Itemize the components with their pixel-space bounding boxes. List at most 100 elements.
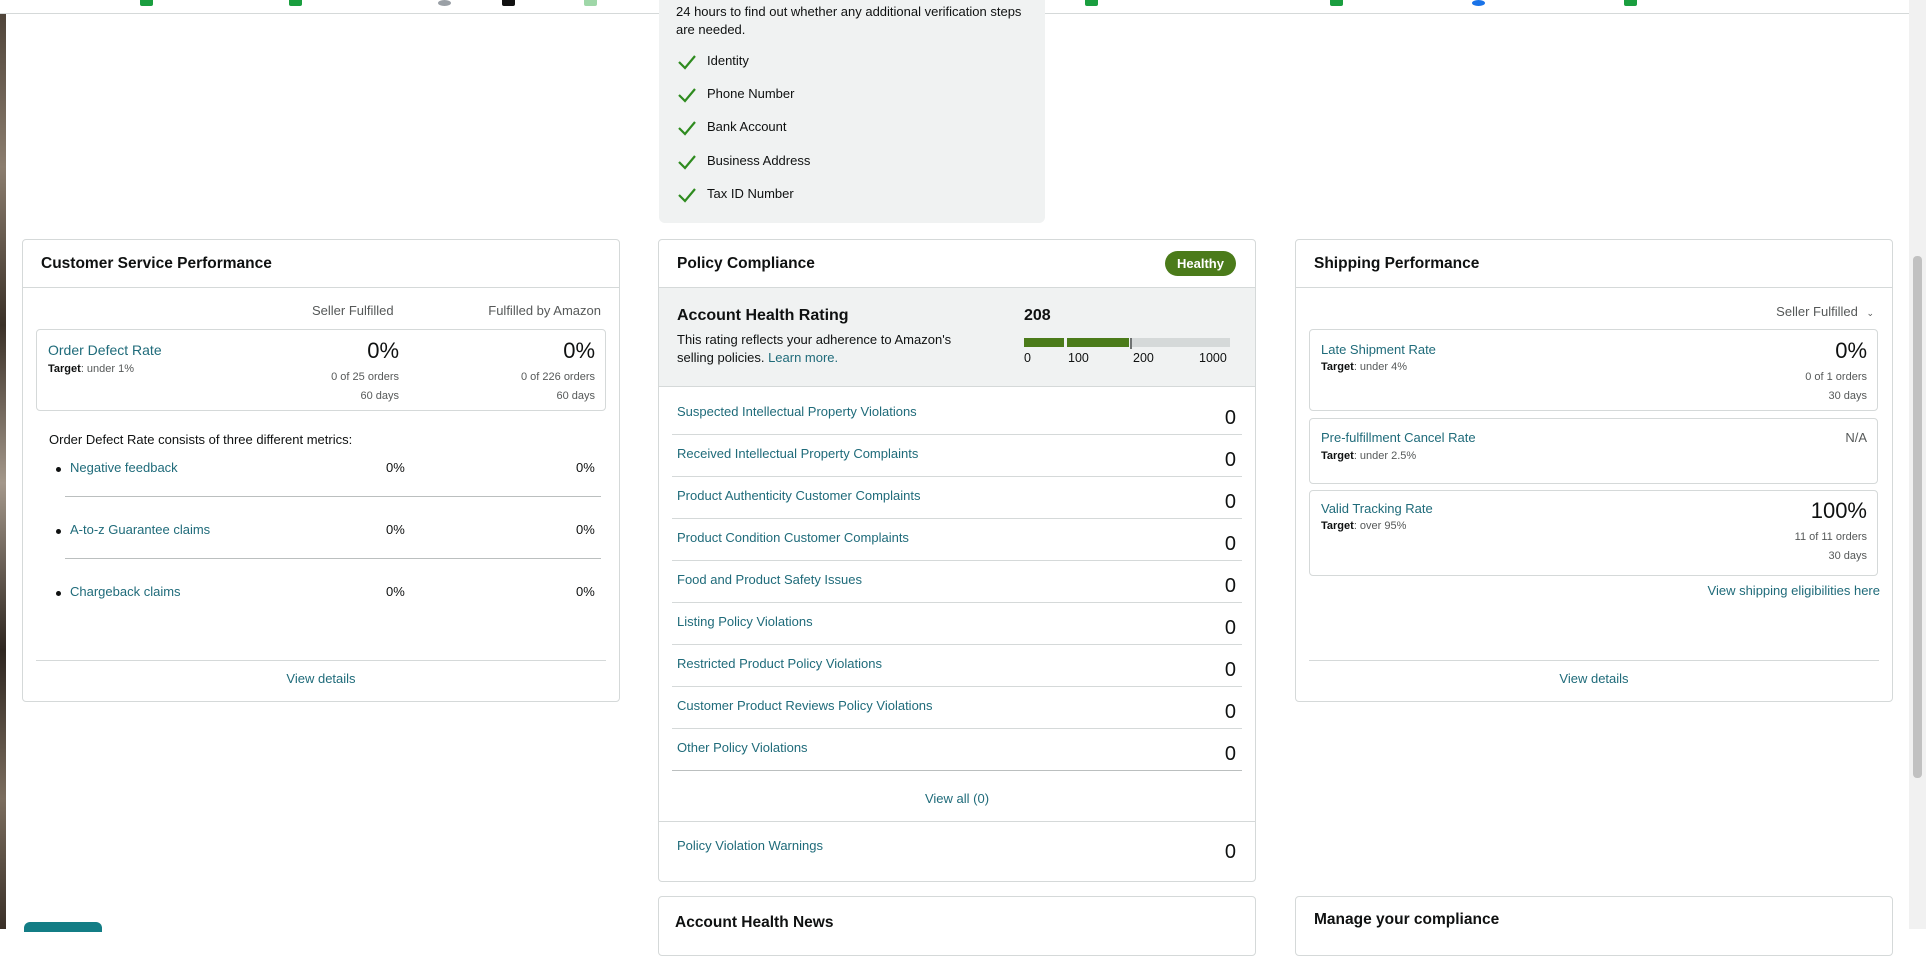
- checkmark-icon: [678, 155, 696, 170]
- bookmark-icon[interactable]: [140, 0, 153, 6]
- valid-tracking-box: Valid Tracking Rate Target: over 95% 100…: [1309, 490, 1878, 576]
- customer-service-card: Customer Service Performance Seller Fulf…: [22, 239, 620, 702]
- scale-segment-atrisk: [1067, 338, 1129, 347]
- divider: [36, 660, 606, 661]
- violation-count: 0: [1224, 533, 1236, 555]
- metric-seller-value: 0%: [386, 522, 405, 537]
- verification-item-label: Phone Number: [707, 86, 795, 101]
- metric-row-atoz-claims: A-to-z Guarantee claims 0% 0%: [49, 522, 609, 542]
- fulfillment-filter-value: Seller Fulfilled: [1776, 304, 1858, 319]
- checkmark-icon: [678, 121, 696, 136]
- bookmark-icon[interactable]: [1085, 0, 1098, 6]
- bullet-icon: [56, 591, 61, 596]
- odr-explanation: Order Defect Rate consists of three diff…: [49, 432, 353, 447]
- violation-link[interactable]: Food and Product Safety Issues: [677, 572, 862, 587]
- policy-warnings-link[interactable]: Policy Violation Warnings: [677, 838, 823, 853]
- account-health-news-card: Account Health News: [658, 896, 1256, 956]
- late-shipment-box: Late Shipment Rate Target: under 4% 0% 0…: [1309, 329, 1878, 411]
- verification-item-label: Identity: [707, 53, 749, 68]
- valid-tracking-target: Target: over 95%: [1321, 520, 1406, 532]
- card-header: Shipping Performance: [1296, 240, 1892, 288]
- policy-warnings-count: 0: [1224, 841, 1236, 863]
- late-shipment-target: Target: under 4%: [1321, 361, 1407, 373]
- odr-seller-orders: 0 of 25 orders: [331, 371, 399, 383]
- violation-row: Suspected Intellectual Property Violatio…: [672, 392, 1242, 435]
- cancel-rate-box: Pre-fulfillment Cancel Rate Target: unde…: [1309, 418, 1878, 484]
- violation-row: Product Condition Customer Complaints 0: [672, 518, 1242, 561]
- valid-tracking-rate-link[interactable]: Valid Tracking Rate: [1321, 501, 1433, 516]
- bullet-icon: [56, 529, 61, 534]
- score-marker: [1130, 338, 1132, 349]
- bookmark-icon[interactable]: [438, 0, 451, 6]
- page-scrollbar[interactable]: [1909, 0, 1926, 929]
- verification-item-label: Business Address: [707, 153, 811, 168]
- valid-tracking-period: 30 days: [1828, 550, 1867, 562]
- target-label: Target: [1321, 361, 1354, 373]
- atoz-claims-link[interactable]: A-to-z Guarantee claims: [70, 522, 210, 537]
- late-shipment-period: 30 days: [1828, 390, 1867, 402]
- violation-link[interactable]: Restricted Product Policy Violations: [677, 656, 882, 671]
- checkmark-icon: [678, 88, 696, 103]
- account-health-rating-panel: Account Health Rating This rating reflec…: [659, 288, 1255, 387]
- floating-action-button[interactable]: [24, 922, 102, 932]
- cancel-rate-value: N/A: [1845, 430, 1867, 445]
- valid-tracking-value: 100%: [1810, 498, 1867, 523]
- bookmark-icon[interactable]: [1624, 0, 1637, 6]
- cancel-rate-target: Target: under 2.5%: [1321, 450, 1416, 462]
- bookmark-icon[interactable]: [289, 0, 302, 6]
- violation-link[interactable]: Customer Product Reviews Policy Violatio…: [677, 698, 933, 713]
- scale-label: 100: [1068, 351, 1089, 365]
- scrollbar-thumb[interactable]: [1913, 256, 1922, 778]
- card-title: Manage your compliance: [1314, 911, 1500, 928]
- violation-count: 0: [1224, 659, 1236, 681]
- order-defect-rate-link[interactable]: Order Defect Rate: [48, 342, 162, 358]
- valid-tracking-orders: 11 of 11 orders: [1794, 531, 1867, 543]
- late-shipment-rate-link[interactable]: Late Shipment Rate: [1321, 342, 1436, 357]
- scale-label: 200: [1133, 351, 1154, 365]
- learn-more-link[interactable]: Learn more.: [768, 350, 838, 365]
- cancel-rate-link[interactable]: Pre-fulfillment Cancel Rate: [1321, 430, 1476, 445]
- bullet-icon: [56, 467, 61, 472]
- violation-row: Customer Product Reviews Policy Violatio…: [672, 686, 1242, 729]
- metric-fba-value: 0%: [576, 460, 595, 475]
- checkmark-icon: [678, 188, 696, 203]
- bookmark-icon[interactable]: [1330, 0, 1343, 6]
- target-label: Target: [48, 363, 81, 375]
- violation-count: 0: [1224, 701, 1236, 723]
- target-value: : under 1%: [80, 363, 135, 375]
- scale-segment-healthy: [1132, 338, 1230, 347]
- odr-target: Target: under 1%: [48, 363, 134, 375]
- violation-link[interactable]: Suspected Intellectual Property Violatio…: [677, 404, 917, 419]
- shipping-eligibilities-link[interactable]: View shipping eligibilities here: [1708, 583, 1880, 598]
- scale-label: 1000: [1199, 351, 1227, 365]
- violation-count: 0: [1224, 449, 1236, 471]
- bookmark-icon[interactable]: [1472, 0, 1485, 6]
- ahr-title: Account Health Rating: [677, 307, 849, 324]
- violation-link[interactable]: Product Authenticity Customer Complaints: [677, 488, 921, 503]
- violation-row: Listing Policy Violations 0: [672, 602, 1242, 645]
- policy-compliance-card: Policy Compliance Healthy Account Health…: [658, 239, 1256, 882]
- odr-seller-value: 0%: [367, 338, 399, 363]
- view-all-link[interactable]: View all (0): [659, 791, 1255, 806]
- target-value: : under 2.5%: [1353, 450, 1417, 462]
- scale-label: 0: [1024, 351, 1031, 365]
- shipping-performance-card: Shipping Performance Seller Fulfilled ⌄ …: [1295, 239, 1893, 702]
- violation-link[interactable]: Received Intellectual Property Complaint…: [677, 446, 918, 461]
- negative-feedback-link[interactable]: Negative feedback: [70, 460, 178, 475]
- bookmark-icon[interactable]: [502, 0, 515, 6]
- view-details-link[interactable]: View details: [23, 671, 619, 686]
- violation-link[interactable]: Product Condition Customer Complaints: [677, 530, 909, 545]
- metric-row-chargeback-claims: Chargeback claims 0% 0%: [49, 584, 609, 604]
- violation-link[interactable]: Other Policy Violations: [677, 740, 808, 755]
- scale-segment-critical: [1024, 338, 1064, 347]
- fulfillment-filter-dropdown[interactable]: Seller Fulfilled ⌄: [1776, 304, 1874, 319]
- violation-link[interactable]: Listing Policy Violations: [677, 614, 813, 629]
- card-title: Account Health News: [675, 914, 834, 931]
- verification-panel: 24 hours to find out whether any additio…: [659, 0, 1045, 223]
- chargeback-claims-link[interactable]: Chargeback claims: [70, 584, 181, 599]
- violation-count: 0: [1224, 491, 1236, 513]
- violation-row: Product Authenticity Customer Complaints…: [672, 476, 1242, 519]
- view-details-link[interactable]: View details: [1296, 671, 1892, 686]
- bookmark-icon[interactable]: [584, 0, 597, 6]
- metric-seller-value: 0%: [386, 584, 405, 599]
